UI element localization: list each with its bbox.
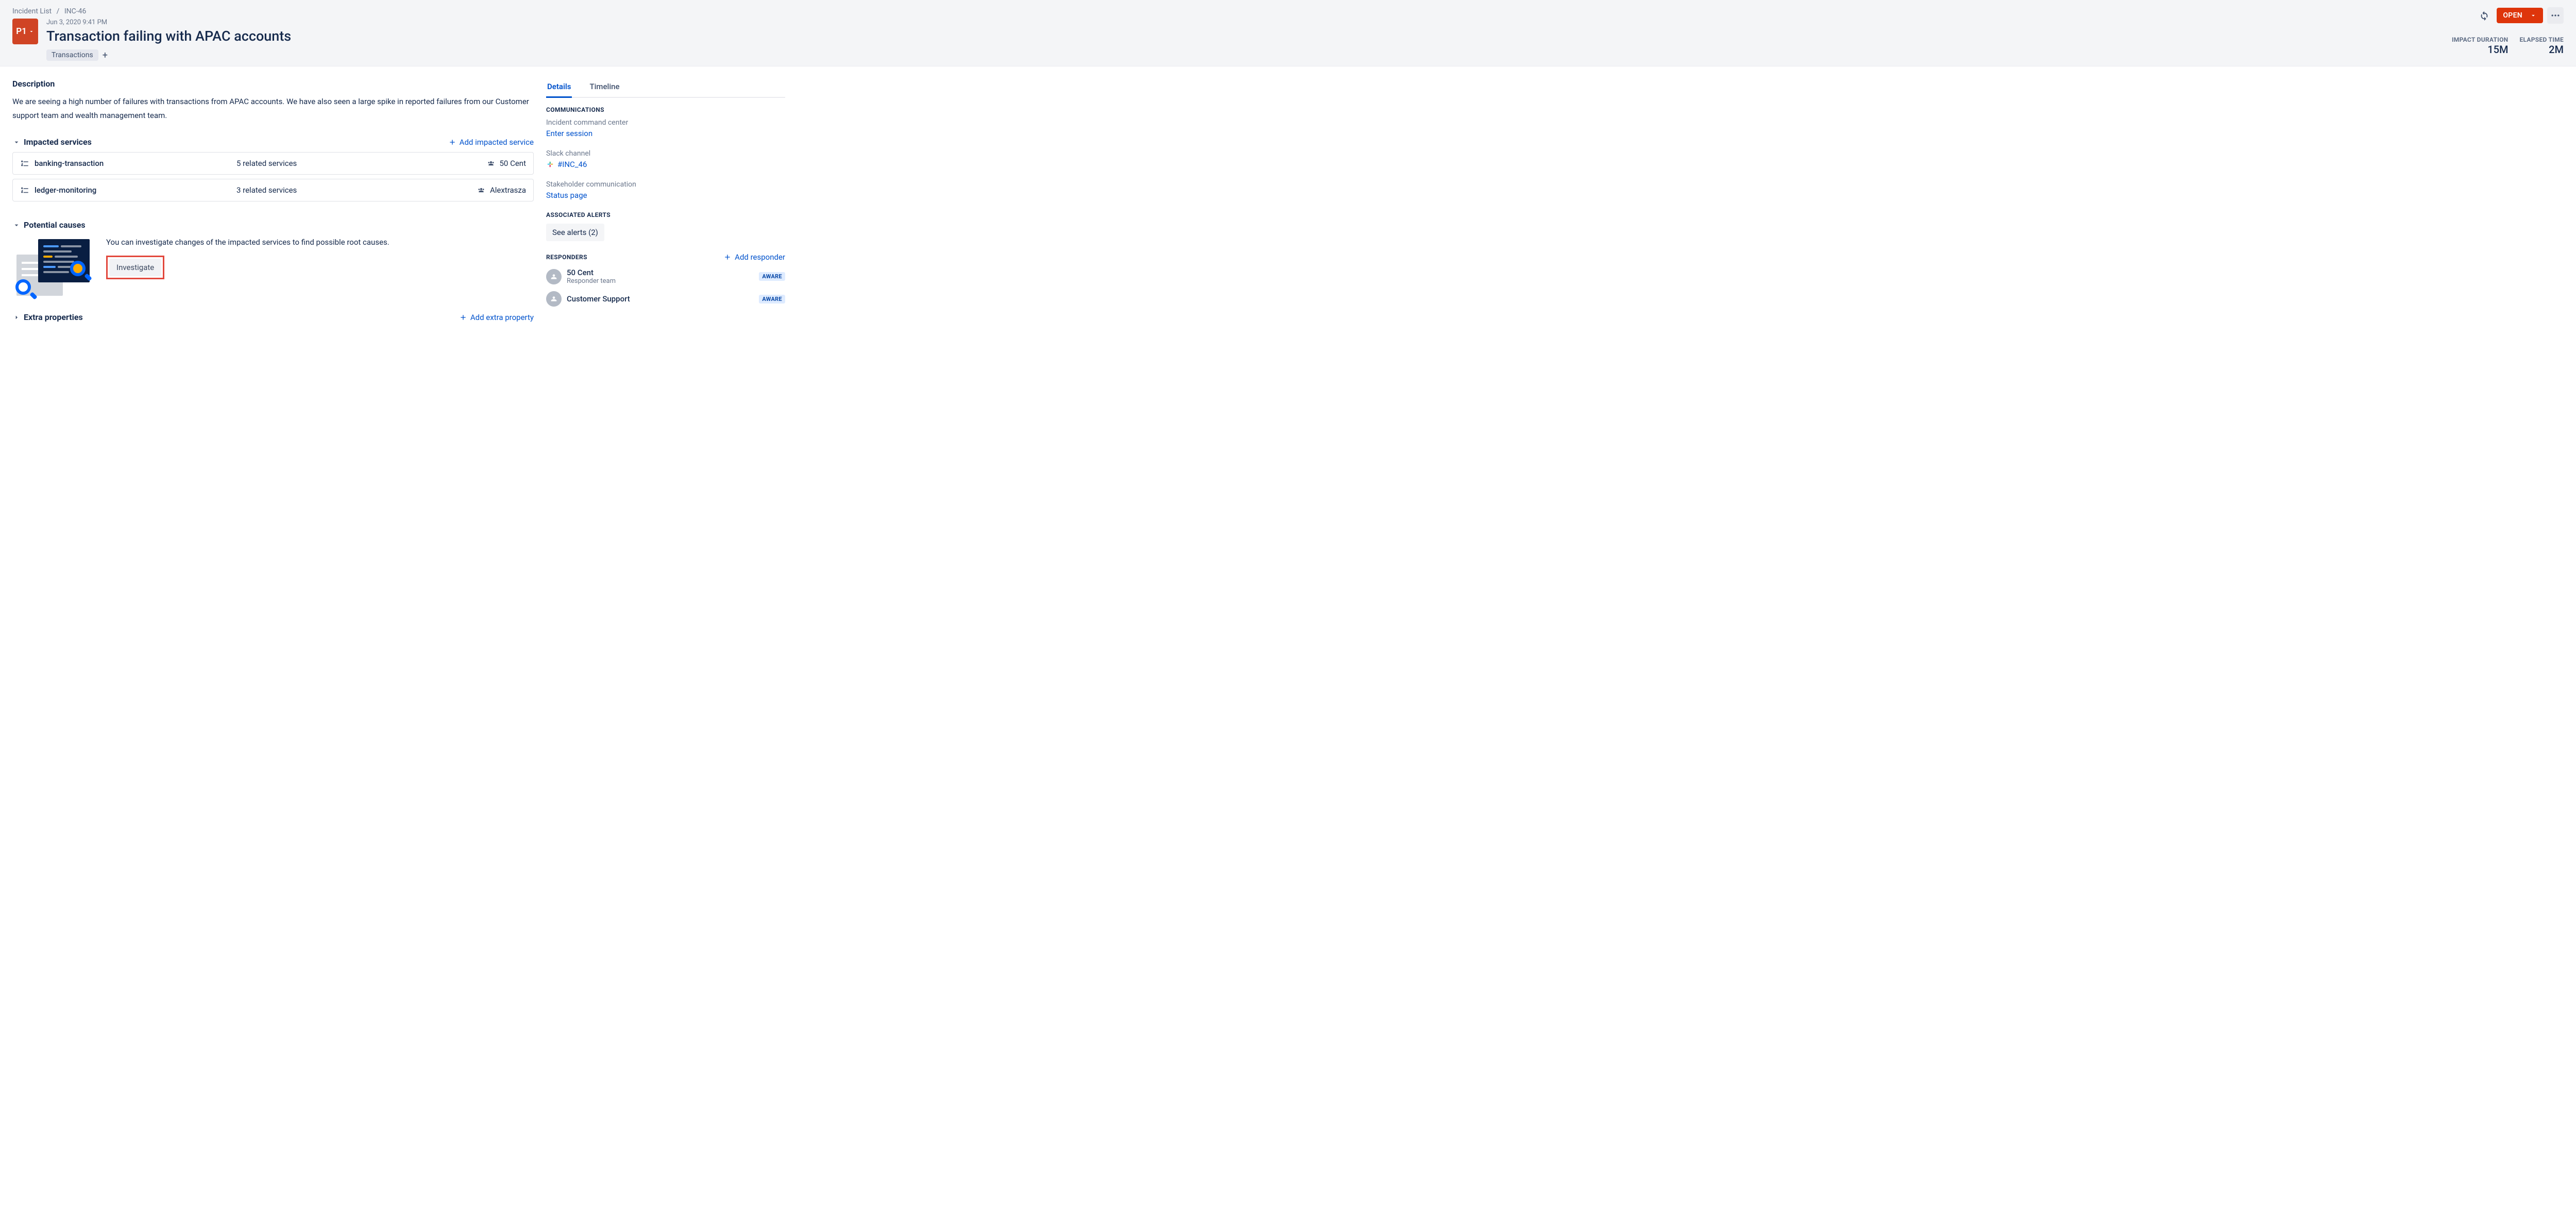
potential-causes-label: Potential causes: [24, 220, 86, 230]
chevron-down-icon: [12, 221, 21, 229]
tag-chip[interactable]: Transactions: [46, 49, 98, 61]
service-team: 50 Cent: [500, 159, 527, 168]
header-band: Incident List / INC-46 P1 Jun 3, 2020 9:…: [0, 0, 2576, 66]
tab-timeline[interactable]: Timeline: [588, 79, 620, 97]
chevron-right-icon: [12, 313, 21, 322]
see-alerts-button[interactable]: See alerts (2): [546, 224, 604, 241]
plus-icon: [459, 313, 467, 322]
description-text: We are seeing a high number of failures …: [12, 95, 534, 123]
responder-status-badge: AWARE: [759, 295, 785, 304]
status-button-label: OPEN: [2503, 11, 2522, 20]
impacted-services-toggle[interactable]: Impacted services: [12, 137, 92, 147]
chevron-down-icon: [2530, 12, 2537, 19]
elapsed-label: ELAPSED TIME: [2519, 36, 2564, 43]
plus-icon: [723, 253, 732, 261]
slack-channel-link[interactable]: #INC_46: [557, 160, 587, 169]
investigate-illustration: [12, 236, 95, 298]
chevron-down-icon: [12, 138, 21, 146]
add-extra-property-link[interactable]: Add extra property: [459, 313, 534, 322]
responders-heading: RESPONDERS: [546, 254, 587, 261]
enter-session-link[interactable]: Enter session: [546, 129, 785, 138]
responder-row: Customer Support AWARE: [546, 291, 785, 307]
investigate-button[interactable]: Investigate: [109, 259, 161, 276]
more-actions-button[interactable]: [2547, 7, 2564, 24]
add-extra-property-label: Add extra property: [470, 313, 534, 322]
priority-text: P1: [16, 26, 27, 37]
plus-icon: [448, 138, 456, 146]
communications-heading: COMMUNICATIONS: [546, 106, 785, 113]
slack-label: Slack channel: [546, 149, 785, 158]
main-column: Description We are seeing a high number …: [0, 66, 546, 340]
add-tag-button[interactable]: +: [103, 50, 108, 61]
breadcrumb-sep: /: [57, 7, 60, 15]
responder-row: 50 Cent Responder team AWARE: [546, 268, 785, 285]
breadcrumb-root[interactable]: Incident List: [12, 7, 52, 15]
elapsed-value: 2M: [2519, 43, 2564, 56]
breadcrumb: Incident List / INC-46: [12, 7, 291, 15]
add-responder-label: Add responder: [735, 252, 785, 262]
impacted-service-row[interactable]: banking-transaction 5 related services 5…: [12, 152, 534, 175]
service-name: ledger-monitoring: [35, 186, 96, 195]
slack-icon: [546, 160, 554, 169]
service-team: Alextrasza: [490, 186, 526, 195]
team-icon: [477, 187, 486, 194]
service-related: 5 related services: [236, 159, 423, 168]
responder-name: 50 Cent: [567, 268, 616, 277]
chevron-down-icon: [28, 28, 35, 35]
service-icon: [20, 186, 29, 195]
team-icon: [486, 160, 496, 167]
alerts-heading: ASSOCIATED ALERTS: [546, 211, 785, 218]
status-button[interactable]: OPEN: [2497, 8, 2543, 23]
add-responder-link[interactable]: Add responder: [723, 252, 785, 262]
extra-properties-label: Extra properties: [24, 312, 83, 322]
timestamp: Jun 3, 2020 9:41 PM: [46, 19, 291, 26]
impacted-services-label: Impacted services: [24, 137, 92, 147]
responder-name: Customer Support: [567, 294, 630, 304]
team-avatar-icon: [546, 291, 562, 307]
side-tabs: Details Timeline: [546, 79, 785, 98]
service-related: 3 related services: [236, 186, 423, 195]
stakeholder-label: Stakeholder communication: [546, 180, 785, 189]
responder-status-badge: AWARE: [759, 272, 785, 281]
page-title: Transaction failing with APAC accounts: [46, 28, 291, 44]
responder-sub: Responder team: [567, 277, 616, 285]
potential-causes-toggle[interactable]: Potential causes: [12, 220, 534, 230]
service-icon: [20, 159, 29, 168]
investigate-highlight: Investigate: [106, 256, 164, 279]
potential-causes-text: You can investigate changes of the impac…: [106, 236, 389, 248]
icc-label: Incident command center: [546, 119, 785, 127]
status-page-link[interactable]: Status page: [546, 191, 785, 200]
team-avatar-icon: [546, 269, 562, 284]
service-name: banking-transaction: [35, 159, 104, 168]
add-impacted-service-link[interactable]: Add impacted service: [448, 138, 534, 147]
add-impacted-service-label: Add impacted service: [460, 138, 534, 147]
extra-properties-toggle[interactable]: Extra properties: [12, 312, 83, 322]
priority-badge[interactable]: P1: [12, 19, 38, 44]
breadcrumb-id[interactable]: INC-46: [64, 7, 87, 15]
description-heading: Description: [12, 79, 534, 89]
side-column: Details Timeline COMMUNICATIONS Incident…: [546, 66, 793, 340]
impact-duration-value: 15M: [2452, 43, 2508, 56]
impacted-service-row[interactable]: ledger-monitoring 3 related services Ale…: [12, 179, 534, 201]
tab-details[interactable]: Details: [546, 79, 572, 98]
impact-duration-label: IMPACT DURATION: [2452, 36, 2508, 43]
refresh-icon[interactable]: [2476, 7, 2493, 24]
